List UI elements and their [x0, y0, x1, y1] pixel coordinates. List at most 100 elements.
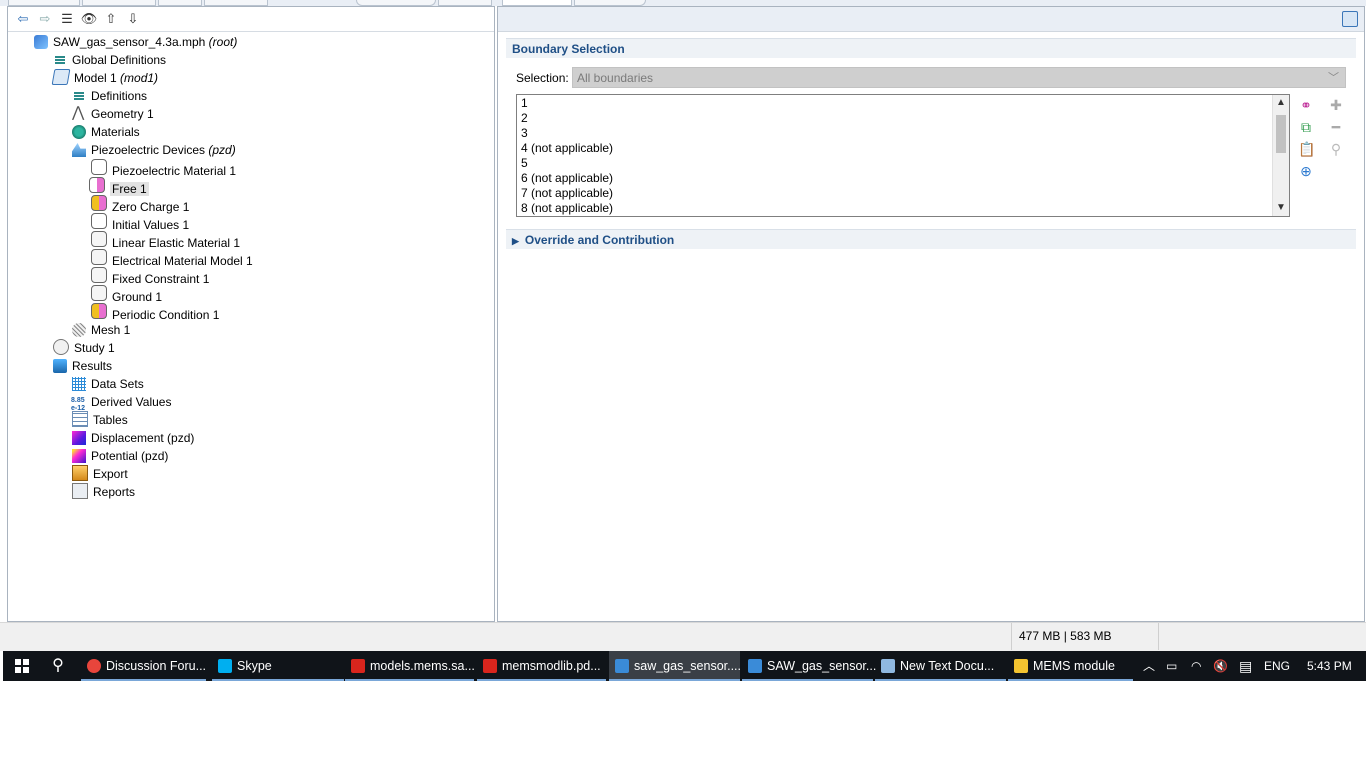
list-item[interactable]: 3 [521, 126, 528, 141]
create-selection-icon[interactable]: ⊕ [1298, 163, 1314, 179]
tree-node-potential[interactable]: Potential (pzd) [72, 447, 168, 465]
tree-node-geometry[interactable]: Geometry 1 [72, 104, 154, 123]
tree-node-displacement[interactable]: Displacement (pzd) [72, 429, 194, 447]
expand-sections-icon[interactable]: ☰ [58, 11, 76, 27]
add-icon[interactable]: ✚ [1328, 97, 1344, 113]
wifi-icon[interactable]: ◠ [1191, 651, 1201, 681]
plot-group-icon [72, 449, 86, 463]
tree-node-linear-elastic-material[interactable]: Linear Elastic Material 1 [91, 231, 240, 250]
speaker-muted-icon[interactable]: 🔇 [1213, 651, 1228, 681]
clock[interactable]: 5:43 PM [1307, 651, 1352, 681]
list-scrollbar[interactable]: ▲ ▼ [1272, 95, 1289, 216]
tray-chevron-up-icon[interactable]: ︿ [1143, 651, 1155, 681]
taskbar-item-skype[interactable]: Skype [212, 651, 344, 681]
clear-selection-icon[interactable]: 📋 [1298, 141, 1315, 157]
pdf-icon [351, 659, 365, 673]
export-icon [72, 465, 88, 481]
taskbar-item-chrome[interactable]: Discussion Foru... [81, 651, 206, 681]
battery-icon[interactable]: ▭ [1166, 651, 1177, 681]
boundary-feature-icon [91, 195, 107, 211]
tree-node-reports[interactable]: Reports [72, 483, 135, 501]
tree-node-derived-values[interactable]: Derived Values [71, 392, 171, 418]
tree-node-initial-values[interactable]: Initial Values 1 [91, 213, 189, 232]
tree-node-tables[interactable]: Tables [72, 411, 128, 429]
list-item[interactable]: 5 [521, 156, 528, 171]
domain-feature-icon [91, 249, 107, 265]
list-item[interactable]: 1 [521, 96, 528, 111]
reports-icon [72, 483, 88, 499]
definitions-icon [53, 53, 67, 67]
boundary-list[interactable]: 1 2 3 4 (not applicable) 5 6 (not applic… [516, 94, 1290, 217]
copy-selection-icon[interactable]: ⧉ [1298, 119, 1314, 135]
screenshot-icon[interactable] [1342, 11, 1358, 27]
list-item[interactable]: 6 (not applicable) [521, 171, 613, 186]
skype-icon [218, 659, 232, 673]
tree-node-fixed-constraint[interactable]: Fixed Constraint 1 [91, 267, 209, 286]
scroll-thumb[interactable] [1276, 115, 1286, 153]
study-icon [53, 339, 69, 355]
tree-node-study[interactable]: Study 1 [53, 339, 115, 357]
comsol-icon [748, 659, 762, 673]
language-indicator[interactable]: ENG [1264, 651, 1290, 681]
tree-node-periodic-condition[interactable]: Periodic Condition 1 [91, 303, 219, 322]
override-contribution-header[interactable]: ▶ Override and Contribution [506, 229, 1356, 249]
tree-node-results[interactable]: Results [53, 357, 112, 375]
tree-node-mesh[interactable]: Mesh 1 [72, 321, 130, 339]
remove-icon[interactable]: ━ [1328, 119, 1344, 135]
paste-selection-icon[interactable]: ⚭ [1298, 97, 1314, 113]
tree-node-export[interactable]: Export [72, 465, 128, 483]
taskbar-item-pdf-models[interactable]: models.mems.sa... [345, 651, 475, 681]
tree-node-free[interactable]: Free 1 [89, 177, 149, 196]
collapse-all-icon[interactable]: ⇧ [102, 11, 120, 27]
selection-value: All boundaries [577, 71, 654, 85]
scroll-up-icon[interactable]: ▲ [1273, 95, 1289, 111]
materials-icon [72, 125, 86, 139]
domain-feature-icon [91, 213, 107, 229]
geometry-icon [72, 104, 86, 122]
boundary-selection-header[interactable]: Boundary Selection [506, 38, 1356, 58]
tree-node-global-definitions[interactable]: Global Definitions [53, 51, 166, 69]
list-item[interactable]: 2 [521, 111, 528, 126]
search-icon[interactable]: ⚲ [48, 651, 68, 681]
tree-node-ground[interactable]: Ground 1 [91, 285, 162, 304]
windows-start-icon[interactable] [15, 659, 29, 673]
notification-icon[interactable]: ▤ [1239, 651, 1252, 681]
zoom-selected-icon[interactable]: ⚲ [1328, 141, 1344, 157]
tree-node-model[interactable]: Model 1 (mod1) [51, 69, 158, 87]
back-arrow-icon[interactable]: ⇦ [14, 11, 32, 27]
settings-toolbar [498, 7, 1364, 32]
list-item[interactable]: 4 (not applicable) [521, 141, 613, 156]
tree-node-zero-charge[interactable]: Zero Charge 1 [91, 195, 189, 214]
taskbar-item-notepad[interactable]: New Text Docu... [875, 651, 1006, 681]
boundary-feature-icon [91, 285, 107, 301]
taskbar-item-folder[interactable]: MEMS module [1008, 651, 1133, 681]
domain-feature-icon [91, 231, 107, 247]
expand-all-icon[interactable]: ⇩ [124, 11, 142, 27]
model-icon [51, 69, 71, 85]
taskbar-item-comsol-active[interactable]: saw_gas_sensor.... [609, 651, 741, 681]
tree-node-piezoelectric-material[interactable]: Piezoelectric Material 1 [91, 159, 236, 178]
tree-node-piezoelectric-devices[interactable]: Piezoelectric Devices (pzd) [72, 141, 236, 159]
forward-arrow-icon[interactable]: ⇨ [36, 11, 54, 27]
tree-node-materials[interactable]: Materials [72, 123, 140, 141]
definitions-icon [72, 89, 86, 103]
domain-feature-icon [91, 159, 107, 175]
piezoelectric-physics-icon [72, 143, 86, 157]
notepad-icon [881, 659, 895, 673]
folder-icon [1014, 659, 1028, 673]
boundary-feature-icon [91, 303, 107, 319]
model-builder-toolbar: ⇦ ⇨ ☰ 👁 ⇧ ⇩ [8, 7, 494, 32]
list-item[interactable]: 8 (not applicable) [521, 201, 613, 216]
list-item[interactable]: 7 (not applicable) [521, 186, 613, 201]
tree-node-electrical-material-model[interactable]: Electrical Material Model 1 [91, 249, 253, 268]
tree-node-data-sets[interactable]: Data Sets [72, 375, 144, 393]
tables-icon [72, 411, 88, 427]
selection-combobox[interactable]: All boundaries ﹀ [572, 67, 1346, 88]
tree-node-definitions[interactable]: Definitions [72, 87, 147, 105]
taskbar-item-comsol[interactable]: SAW_gas_sensor... [742, 651, 876, 681]
plot-group-icon [72, 431, 86, 445]
scroll-down-icon[interactable]: ▼ [1273, 200, 1289, 216]
tree-node-root[interactable]: SAW_gas_sensor_4.3a.mph (root) [34, 33, 237, 51]
show-icon[interactable]: 👁 [80, 11, 98, 27]
taskbar-item-pdf-memsmodlib[interactable]: memsmodlib.pd... [477, 651, 606, 681]
